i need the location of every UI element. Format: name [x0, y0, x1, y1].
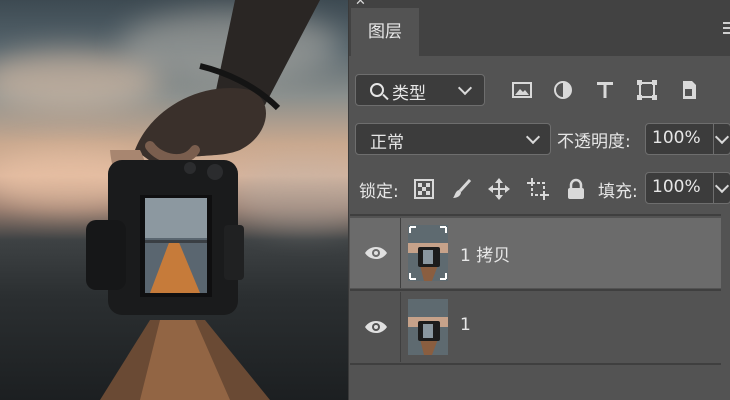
lock-position-icon[interactable] — [488, 178, 510, 200]
smart-object-filter-icon[interactable] — [677, 78, 701, 102]
layer-name[interactable]: 1 拷贝 — [460, 241, 510, 266]
adjustment-filter-icon[interactable] — [551, 78, 575, 102]
search-icon — [370, 83, 384, 97]
shape-filter-icon[interactable] — [635, 78, 659, 102]
chevron-down-icon[interactable] — [714, 178, 730, 194]
layer-thumbnail[interactable] — [408, 299, 448, 355]
layer-filter-dropdown[interactable]: 类型 — [355, 74, 485, 106]
visibility-eye-icon[interactable] — [364, 243, 388, 263]
layer-separator — [350, 363, 721, 365]
text-filter-icon[interactable] — [593, 78, 617, 102]
tab-layers[interactable]: 图层 — [351, 8, 419, 56]
row-divider — [400, 292, 401, 362]
layer-row-1[interactable]: 1 — [350, 292, 721, 362]
fill-field[interactable]: 100% — [645, 172, 730, 204]
lock-transparent-pixels-icon[interactable] — [413, 178, 435, 200]
field-divider — [713, 124, 714, 154]
opacity-label: 不透明度: — [557, 132, 631, 152]
chevron-down-icon — [525, 129, 541, 145]
row-divider — [400, 218, 401, 288]
layer-name[interactable]: 1 — [460, 315, 471, 335]
lock-image-pixels-icon[interactable] — [451, 178, 473, 200]
fill-label: 填充: — [598, 182, 638, 202]
opacity-field[interactable]: 100% — [645, 123, 730, 155]
blend-mode-dropdown[interactable]: 正常 — [355, 123, 551, 155]
panel-tab-bar: ✕ 图层 — [349, 0, 730, 56]
lock-artboard-icon[interactable] — [527, 178, 549, 200]
lock-label: 锁定: — [359, 182, 399, 202]
field-divider — [713, 173, 714, 203]
chevron-down-icon[interactable] — [714, 129, 730, 145]
opacity-value: 100% — [652, 128, 701, 148]
layer-thumbnail[interactable] — [408, 225, 448, 281]
panel-menu-icon[interactable] — [723, 22, 730, 34]
chevron-down-icon — [457, 80, 473, 96]
layer-row-1-copy[interactable]: 1 拷贝 — [350, 218, 721, 288]
visibility-eye-icon[interactable] — [364, 317, 388, 337]
blend-mode-value: 正常 — [370, 133, 404, 153]
layers-panel: ✕ 图层 类型 正常 不透明度: 100% 锁定: 填充: 100% 1 拷贝 … — [348, 0, 730, 400]
photo-artwork — [86, 0, 320, 400]
document-canvas[interactable] — [0, 0, 348, 400]
fill-value: 100% — [652, 177, 701, 197]
lock-all-icon[interactable] — [565, 178, 587, 200]
layer-separator — [350, 289, 721, 291]
layer-filter-label: 类型 — [392, 84, 426, 104]
panel-divider — [350, 214, 721, 216]
image-filter-icon[interactable] — [510, 78, 534, 102]
